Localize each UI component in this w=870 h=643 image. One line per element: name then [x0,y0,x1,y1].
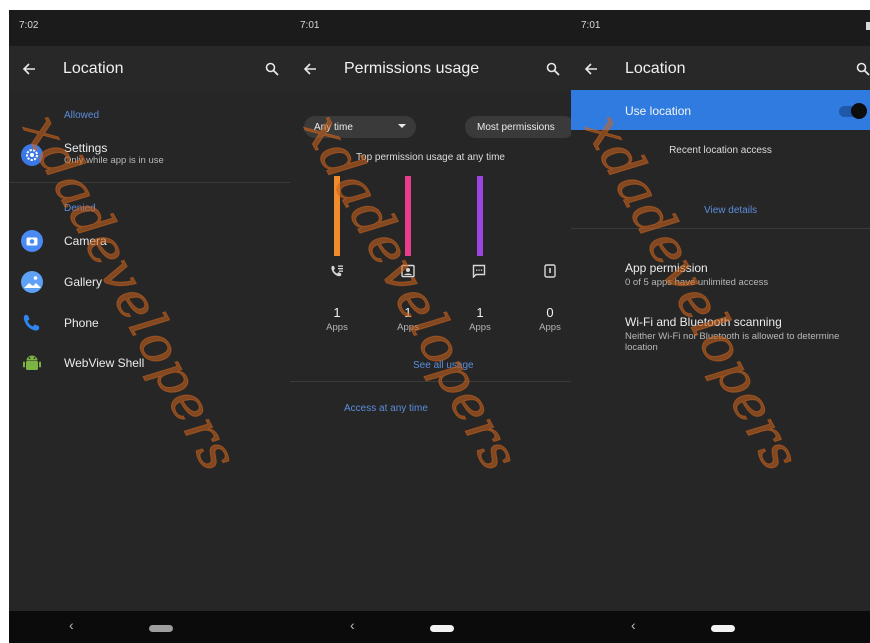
page-title: Permissions usage [344,59,480,77]
watermark: xdadevelopers [573,104,812,482]
stat-label: Apps [326,322,348,333]
home-pill[interactable] [711,625,735,632]
section-header-allowed: Allowed [64,110,100,121]
list-item-phone[interactable]: Phone [9,303,290,343]
stat-count: 1 [404,305,412,320]
view-details-link[interactable]: View details [704,205,757,216]
back-arrow-icon[interactable] [290,46,330,91]
sort-filter-label: Most permissions [477,121,555,133]
search-icon[interactable] [254,46,290,91]
nav-back-icon[interactable]: ‹ [631,617,636,633]
phone-icon [21,312,43,334]
nav-bar: ‹ [9,611,290,643]
battery-icon [866,22,870,30]
time-filter-dropdown[interactable]: Any time [304,116,416,138]
usage-bar-sms [477,176,483,256]
stat-label: Apps [539,322,561,333]
list-item-camera[interactable]: Camera [9,221,290,261]
usage-bar-phone [334,176,340,256]
stat-count: 1 [476,305,484,320]
nav-back-icon[interactable]: ‹ [69,617,74,633]
usage-bar-camera [405,176,411,256]
back-arrow-icon[interactable] [9,46,49,91]
list-item-title: Camera [64,234,107,248]
stat-label: Apps [469,322,491,333]
status-time: 7:01 [300,20,320,31]
stat-camera: 1 Apps [378,305,438,333]
chart-title: Top permission usage at any time [356,152,505,163]
status-time: 7:01 [581,20,601,31]
stat-other: 0 Apps [520,305,571,333]
divider [571,228,870,229]
home-pill[interactable] [149,625,173,632]
gallery-icon [21,271,43,293]
list-item-title: Phone [64,316,99,330]
app-bar: Permissions usage [290,46,571,91]
app-bar: Location [9,46,290,91]
permissions-usage-screen: 7:01 Permissions usage Any time Most per… [290,10,571,643]
status-bar: 7:01 [290,10,571,46]
call-log-icon [330,264,344,283]
use-location-toggle[interactable] [839,103,867,119]
toggle-thumb [851,103,867,119]
item-title: Wi-Fi and Bluetooth scanning [625,315,782,329]
location-screen-2: 7:01 Location Use location Recent locati… [571,10,870,643]
list-item-title: WebView Shell [64,356,145,370]
list-item-webview-shell[interactable]: WebView Shell [9,343,290,383]
list-item-title: Settings [64,141,108,155]
list-item-subtitle: Only while app is in use [64,155,164,166]
home-pill[interactable] [430,625,454,632]
use-location-label: Use location [625,104,692,118]
back-arrow-icon[interactable] [571,46,611,91]
page-title: Location [625,59,686,77]
item-subtitle: Neither Wi-Fi nor Bluetooth is allowed t… [625,331,840,353]
list-item-title: Gallery [64,275,103,289]
stat-count: 0 [546,305,554,320]
section-header-denied: Denied [64,203,96,214]
stat-sms: 1 Apps [450,305,510,333]
status-bar: 7:02 [9,10,290,46]
message-icon [472,264,486,283]
settings-gear-icon [21,144,43,166]
dropdown-arrow-icon [398,124,406,128]
list-item-gallery[interactable]: Gallery [9,262,290,302]
item-title: App permission [625,261,708,275]
search-icon[interactable] [852,46,870,91]
nav-bar: ‹ [290,611,571,643]
stat-label: Apps [397,322,419,333]
search-icon[interactable] [535,46,571,91]
image-icon [401,264,415,283]
nav-back-icon[interactable]: ‹ [350,617,355,633]
status-time: 7:02 [19,20,39,31]
location-screen-1: 7:02 Location Allowed Settings Only whil… [9,10,290,643]
use-location-row[interactable]: Use location [571,90,870,130]
app-bar: Location [571,46,870,91]
camera-icon [21,230,43,252]
device-icon [544,264,556,283]
see-all-usage-link[interactable]: See all usage [413,360,474,371]
list-item-settings[interactable]: Settings Only while app is in use [9,135,290,175]
wifi-bluetooth-scanning-item[interactable]: Wi-Fi and Bluetooth scanning Neither Wi-… [625,315,867,353]
divider [9,182,290,183]
divider [290,381,571,382]
app-permission-item[interactable]: App permission 0 of 5 apps have unlimite… [625,261,768,288]
stat-count: 1 [333,305,341,320]
sort-filter-chip[interactable]: Most permissions [465,116,571,138]
page-title: Location [63,59,124,77]
stat-phone: 1 Apps [307,305,367,333]
nav-bar: ‹ [571,611,870,643]
recent-location-access-label: Recent location access [669,145,772,156]
item-subtitle: 0 of 5 apps have unlimited access [625,277,769,288]
status-bar: 7:01 [571,10,870,46]
access-at-any-time-link[interactable]: Access at any time [344,403,428,414]
android-icon [21,352,43,374]
time-filter-label: Any time [314,121,353,133]
